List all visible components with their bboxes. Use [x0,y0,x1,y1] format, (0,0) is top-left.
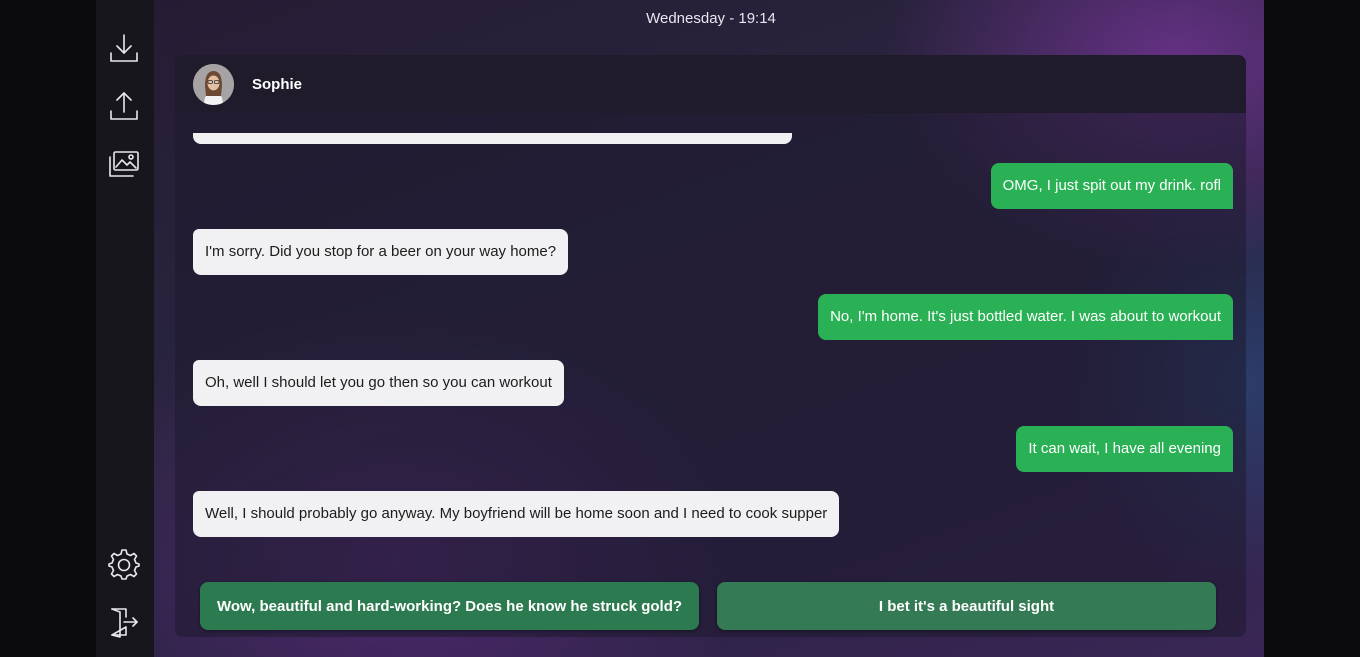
message-outgoing: No, I'm home. It's just bottled water. I… [818,294,1233,340]
chat-window: Sophie OMG, I just spit out my drink. ro… [175,55,1246,637]
chat-header: Sophie [175,55,1246,113]
gallery-icon[interactable] [108,148,140,180]
sidebar [96,0,154,657]
reply-choice-button[interactable]: I bet it's a beautiful sight [717,582,1216,630]
message-incoming: Well, I should probably go anyway. My bo… [193,491,840,537]
avatar [193,63,234,105]
contact-name: Sophie [252,75,303,93]
gear-icon[interactable] [108,548,140,580]
message-outgoing: OMG, I just spit out my drink. rofl [990,163,1233,209]
exit-icon[interactable] [108,606,140,638]
day-time-clock: Wednesday - 19:14 [646,10,776,27]
message-incoming: Oh, well I should let you go then so you… [193,360,564,406]
message-bubble-cutoff [193,133,792,144]
game-screen: Wednesday - 19:14 Sophie OMG, I just spi… [96,0,1264,657]
upload-icon[interactable] [108,90,140,122]
message-incoming: I'm sorry. Did you stop for a beer on yo… [193,229,569,275]
message-outgoing: It can wait, I have all evening [1016,426,1233,472]
reply-choice-button[interactable]: Wow, beautiful and hard-working? Does he… [200,582,699,630]
download-icon[interactable] [108,32,140,64]
